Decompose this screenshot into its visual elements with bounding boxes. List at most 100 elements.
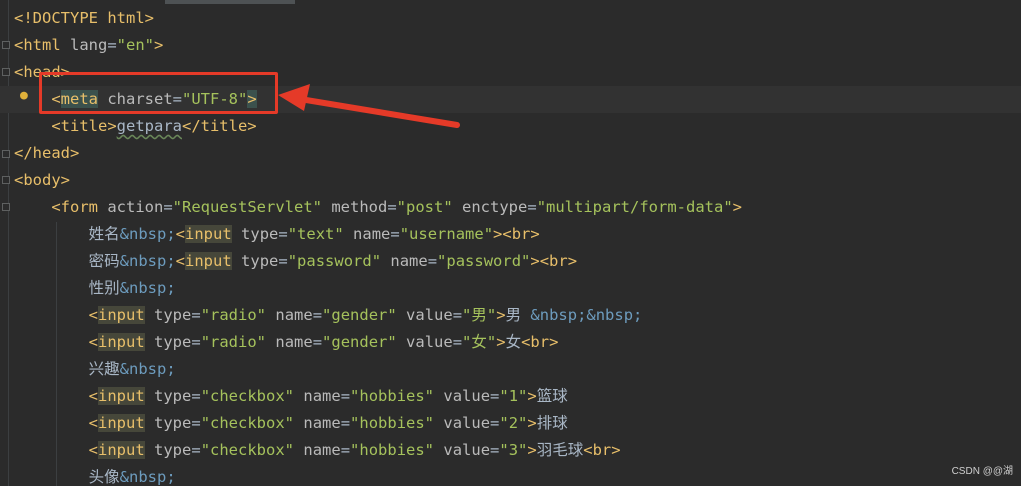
code-token: &nbsp; xyxy=(119,468,176,486)
code-token: = xyxy=(490,441,500,459)
code-token: input xyxy=(98,387,145,405)
code-line[interactable]: <input type="radio" name="gender" value=… xyxy=(14,329,558,356)
code-token: "checkbox" xyxy=(200,387,295,405)
arrow-icon xyxy=(278,84,460,128)
code-token: < xyxy=(175,252,186,270)
code-token: 性别 xyxy=(88,279,120,297)
code-token: > xyxy=(527,414,537,432)
code-token: action xyxy=(107,198,164,216)
code-token: input xyxy=(98,441,145,459)
code-token: 男 xyxy=(505,306,531,324)
code-token: > xyxy=(732,198,742,216)
code-token: name xyxy=(303,387,341,405)
code-token: <title> xyxy=(51,117,117,135)
code-token: 头像 xyxy=(88,468,120,486)
code-token: <br> xyxy=(521,333,559,351)
code-token: "gender" xyxy=(322,333,397,351)
code-token: name xyxy=(353,225,391,243)
code-token: = xyxy=(191,333,201,351)
code-line[interactable]: </head> xyxy=(14,140,79,167)
code-token: <!DOCTYPE html> xyxy=(14,9,154,27)
code-token: &nbsp; xyxy=(119,225,176,243)
fold-body-icon[interactable] xyxy=(2,176,10,184)
code-token: "2" xyxy=(499,414,528,432)
code-token: > xyxy=(496,306,506,324)
code-line[interactable]: <input type="checkbox" name="hobbies" va… xyxy=(14,437,621,464)
highlight-box xyxy=(39,72,278,114)
code-line[interactable]: 兴趣&nbsp; xyxy=(14,356,176,383)
code-line[interactable]: <body> xyxy=(14,167,70,194)
code-token: "3" xyxy=(499,441,528,459)
code-token: 兴趣 xyxy=(88,360,120,378)
code-line[interactable]: 头像&nbsp; xyxy=(14,464,176,486)
code-token: < xyxy=(88,306,98,324)
code-token: 篮球 xyxy=(536,387,568,405)
code-line[interactable]: 姓名&nbsp;<input type="text" name="usernam… xyxy=(14,221,540,248)
code-token: "post" xyxy=(396,198,453,216)
code-token: "password" xyxy=(287,252,382,270)
code-token: "RequestServlet" xyxy=(172,198,322,216)
code-token: type xyxy=(154,414,192,432)
code-token: &nbsp;&nbsp; xyxy=(530,306,643,324)
code-token: "女" xyxy=(462,333,497,351)
code-editor[interactable]: <!DOCTYPE html> <html lang="en"> <head> <m… xyxy=(0,0,1021,486)
code-token: 姓名 xyxy=(88,225,120,243)
code-token: < xyxy=(88,441,98,459)
code-token: name xyxy=(275,333,313,351)
code-token: 羽毛球 xyxy=(536,441,584,459)
code-token: < xyxy=(88,333,98,351)
code-token: = xyxy=(490,387,500,405)
code-token: name xyxy=(390,252,428,270)
code-token: > xyxy=(154,36,164,54)
fold-html-icon[interactable] xyxy=(2,41,10,49)
code-token: = xyxy=(427,252,438,270)
watermark: CSDN @@湖 xyxy=(951,466,1013,477)
code-token: = xyxy=(452,306,463,324)
code-token: "password" xyxy=(437,252,531,270)
horizontal-scrollbar-thumb[interactable] xyxy=(165,0,295,4)
code-line[interactable]: <form action="RequestServlet" method="po… xyxy=(14,194,742,221)
code-token: = xyxy=(191,414,201,432)
code-token: = xyxy=(390,225,400,243)
code-token: > xyxy=(496,333,506,351)
code-token: name xyxy=(303,441,341,459)
code-token: value xyxy=(443,441,491,459)
code-line[interactable]: <input type="checkbox" name="hobbies" va… xyxy=(14,383,568,410)
code-token: input xyxy=(98,333,145,351)
code-token: 女 xyxy=(505,333,522,351)
code-token: </head> xyxy=(14,144,80,162)
code-line[interactable]: 性别&nbsp; xyxy=(14,275,176,302)
code-token: = xyxy=(191,306,201,324)
code-line[interactable]: <html lang="en"> xyxy=(14,32,163,59)
code-token: input xyxy=(185,225,232,243)
code-token: "checkbox" xyxy=(200,414,295,432)
code-token: "hobbies" xyxy=(350,441,435,459)
code-token: <br> xyxy=(583,441,621,459)
lightbulb-icon[interactable]: ● xyxy=(20,88,32,104)
code-token: input xyxy=(98,414,145,432)
code-line[interactable]: <input type="radio" name="gender" value=… xyxy=(14,302,642,329)
code-token: name xyxy=(303,414,341,432)
code-token: 排球 xyxy=(536,414,568,432)
code-token: = xyxy=(278,225,288,243)
code-token: ><br> xyxy=(530,252,578,270)
fold-head-icon[interactable] xyxy=(2,68,10,76)
code-token: type xyxy=(241,252,279,270)
unfold-head-icon[interactable] xyxy=(2,150,10,158)
code-token: "1" xyxy=(499,387,528,405)
code-token: input xyxy=(185,252,232,270)
code-line[interactable]: <!DOCTYPE html> xyxy=(14,5,154,32)
code-line[interactable]: 密码&nbsp;<input type="password" name="pas… xyxy=(14,248,577,275)
fold-form-icon[interactable] xyxy=(2,203,10,211)
code-token: ><br> xyxy=(493,225,540,243)
code-token: < xyxy=(88,414,98,432)
code-line[interactable]: <title>getpara</title> xyxy=(14,113,256,140)
code-line[interactable]: <input type="checkbox" name="hobbies" va… xyxy=(14,410,568,437)
